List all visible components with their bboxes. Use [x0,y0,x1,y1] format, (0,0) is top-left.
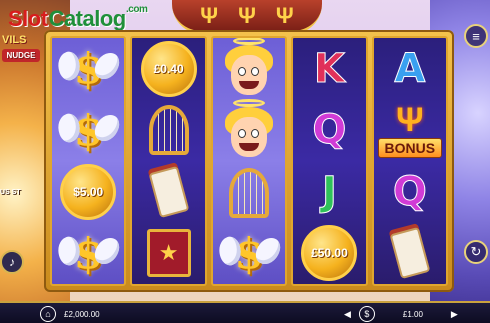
symbol-letter-a: A [374,38,446,100]
spin-button[interactable]: ↻ [464,240,488,264]
reel-1: $ $ $5.00 $ [50,36,127,286]
trident-icon: Ψ [396,101,424,140]
bet-control: ◀ $ £1.00 ▶ [344,306,458,322]
coin-value: £0.40 [140,40,197,97]
trident-icon: Ψ [275,2,294,28]
symbol-dollar-wings: $ [52,38,124,100]
coin-value: £50.00 [301,225,358,282]
speaker-icon: ♪ [9,255,15,269]
symbol-cherub [213,38,285,100]
symbol-letter-k: K [293,38,365,100]
symbol-cherub [213,99,285,163]
bottom-bar: ⌂ £2,000.00 ◀ $ £1.00 ▶ [0,301,490,323]
reels-container: $ $ $5.00 $ £0.40 ★ $ K Q J £50.00 A Ψ B… [50,36,449,286]
pentagram-book-icon: ★ [146,229,191,278]
harp-icon [148,105,189,156]
bonus-label: BONUS [377,138,443,159]
letter-j: J [321,168,337,215]
reel-2: £0.40 ★ [130,36,207,286]
bet-value: £1.00 [402,309,423,319]
menu-icon: ≡ [472,28,480,44]
cherub-icon [219,99,279,163]
bonus-symbol: Ψ BONUS [377,101,443,159]
letter-k: K [313,45,345,92]
symbol-book: ★ [132,223,204,285]
harp-icon [229,167,270,218]
trident-icon: Ψ [200,2,219,28]
symbol-coin: $5.00 [52,161,124,223]
watermark-slot: Slot [8,6,48,31]
chevron-right-icon[interactable]: ▶ [451,309,458,320]
balance-display: ⌂ £2,000.00 [40,306,100,322]
symbol-dollar-wings: $ [52,100,124,162]
symbol-bonus: Ψ BONUS [374,100,446,162]
scroll-icon [148,165,190,218]
symbol-dollar-wings: $ [213,223,285,284]
coin-value: $5.00 [60,163,117,220]
reel-3: $ [210,36,288,286]
symbol-scroll [374,223,446,285]
reel-frame: $ $ $5.00 $ £0.40 ★ $ K Q J £50.00 A Ψ B… [44,30,454,292]
symbol-letter-q: Q [293,100,365,162]
letter-q: Q [312,107,347,154]
symbol-letter-q: Q [374,161,446,223]
scroll-icon [389,227,431,280]
sound-button[interactable]: ♪ [0,250,24,274]
side-menu-label: US ST [0,189,21,196]
chevron-left-icon[interactable]: ◀ [344,309,351,320]
reel-4: K Q J £50.00 [291,36,368,286]
balance-value: £2,000.00 [64,309,100,319]
symbol-harp [132,100,204,162]
symbol-dollar-wings: $ [52,223,124,285]
bank-icon: ⌂ [40,306,56,322]
spin-icon: ↻ [470,244,482,259]
symbol-coin: £50.00 [293,223,365,285]
top-crown-ornament: Ψ Ψ Ψ [172,0,322,34]
cherub-icon [219,38,279,101]
menu-button[interactable]: ≡ [464,24,488,48]
letter-a: A [394,45,426,92]
watermark-com: .com [126,4,148,15]
coin-stack-icon: $ [358,306,375,322]
watermark-catalog: Catalog [48,6,127,31]
symbol-scroll [132,161,204,223]
game-logo-title: VILS [2,34,27,46]
symbol-harp [213,162,285,223]
symbol-letter-j: J [293,161,365,223]
game-logo-sub: NUDGE [2,49,40,62]
trident-icon: Ψ [238,2,256,28]
letter-q: Q [392,168,427,215]
reel-5: A Ψ BONUS Q [371,36,449,286]
symbol-coin: £0.40 [132,38,204,100]
